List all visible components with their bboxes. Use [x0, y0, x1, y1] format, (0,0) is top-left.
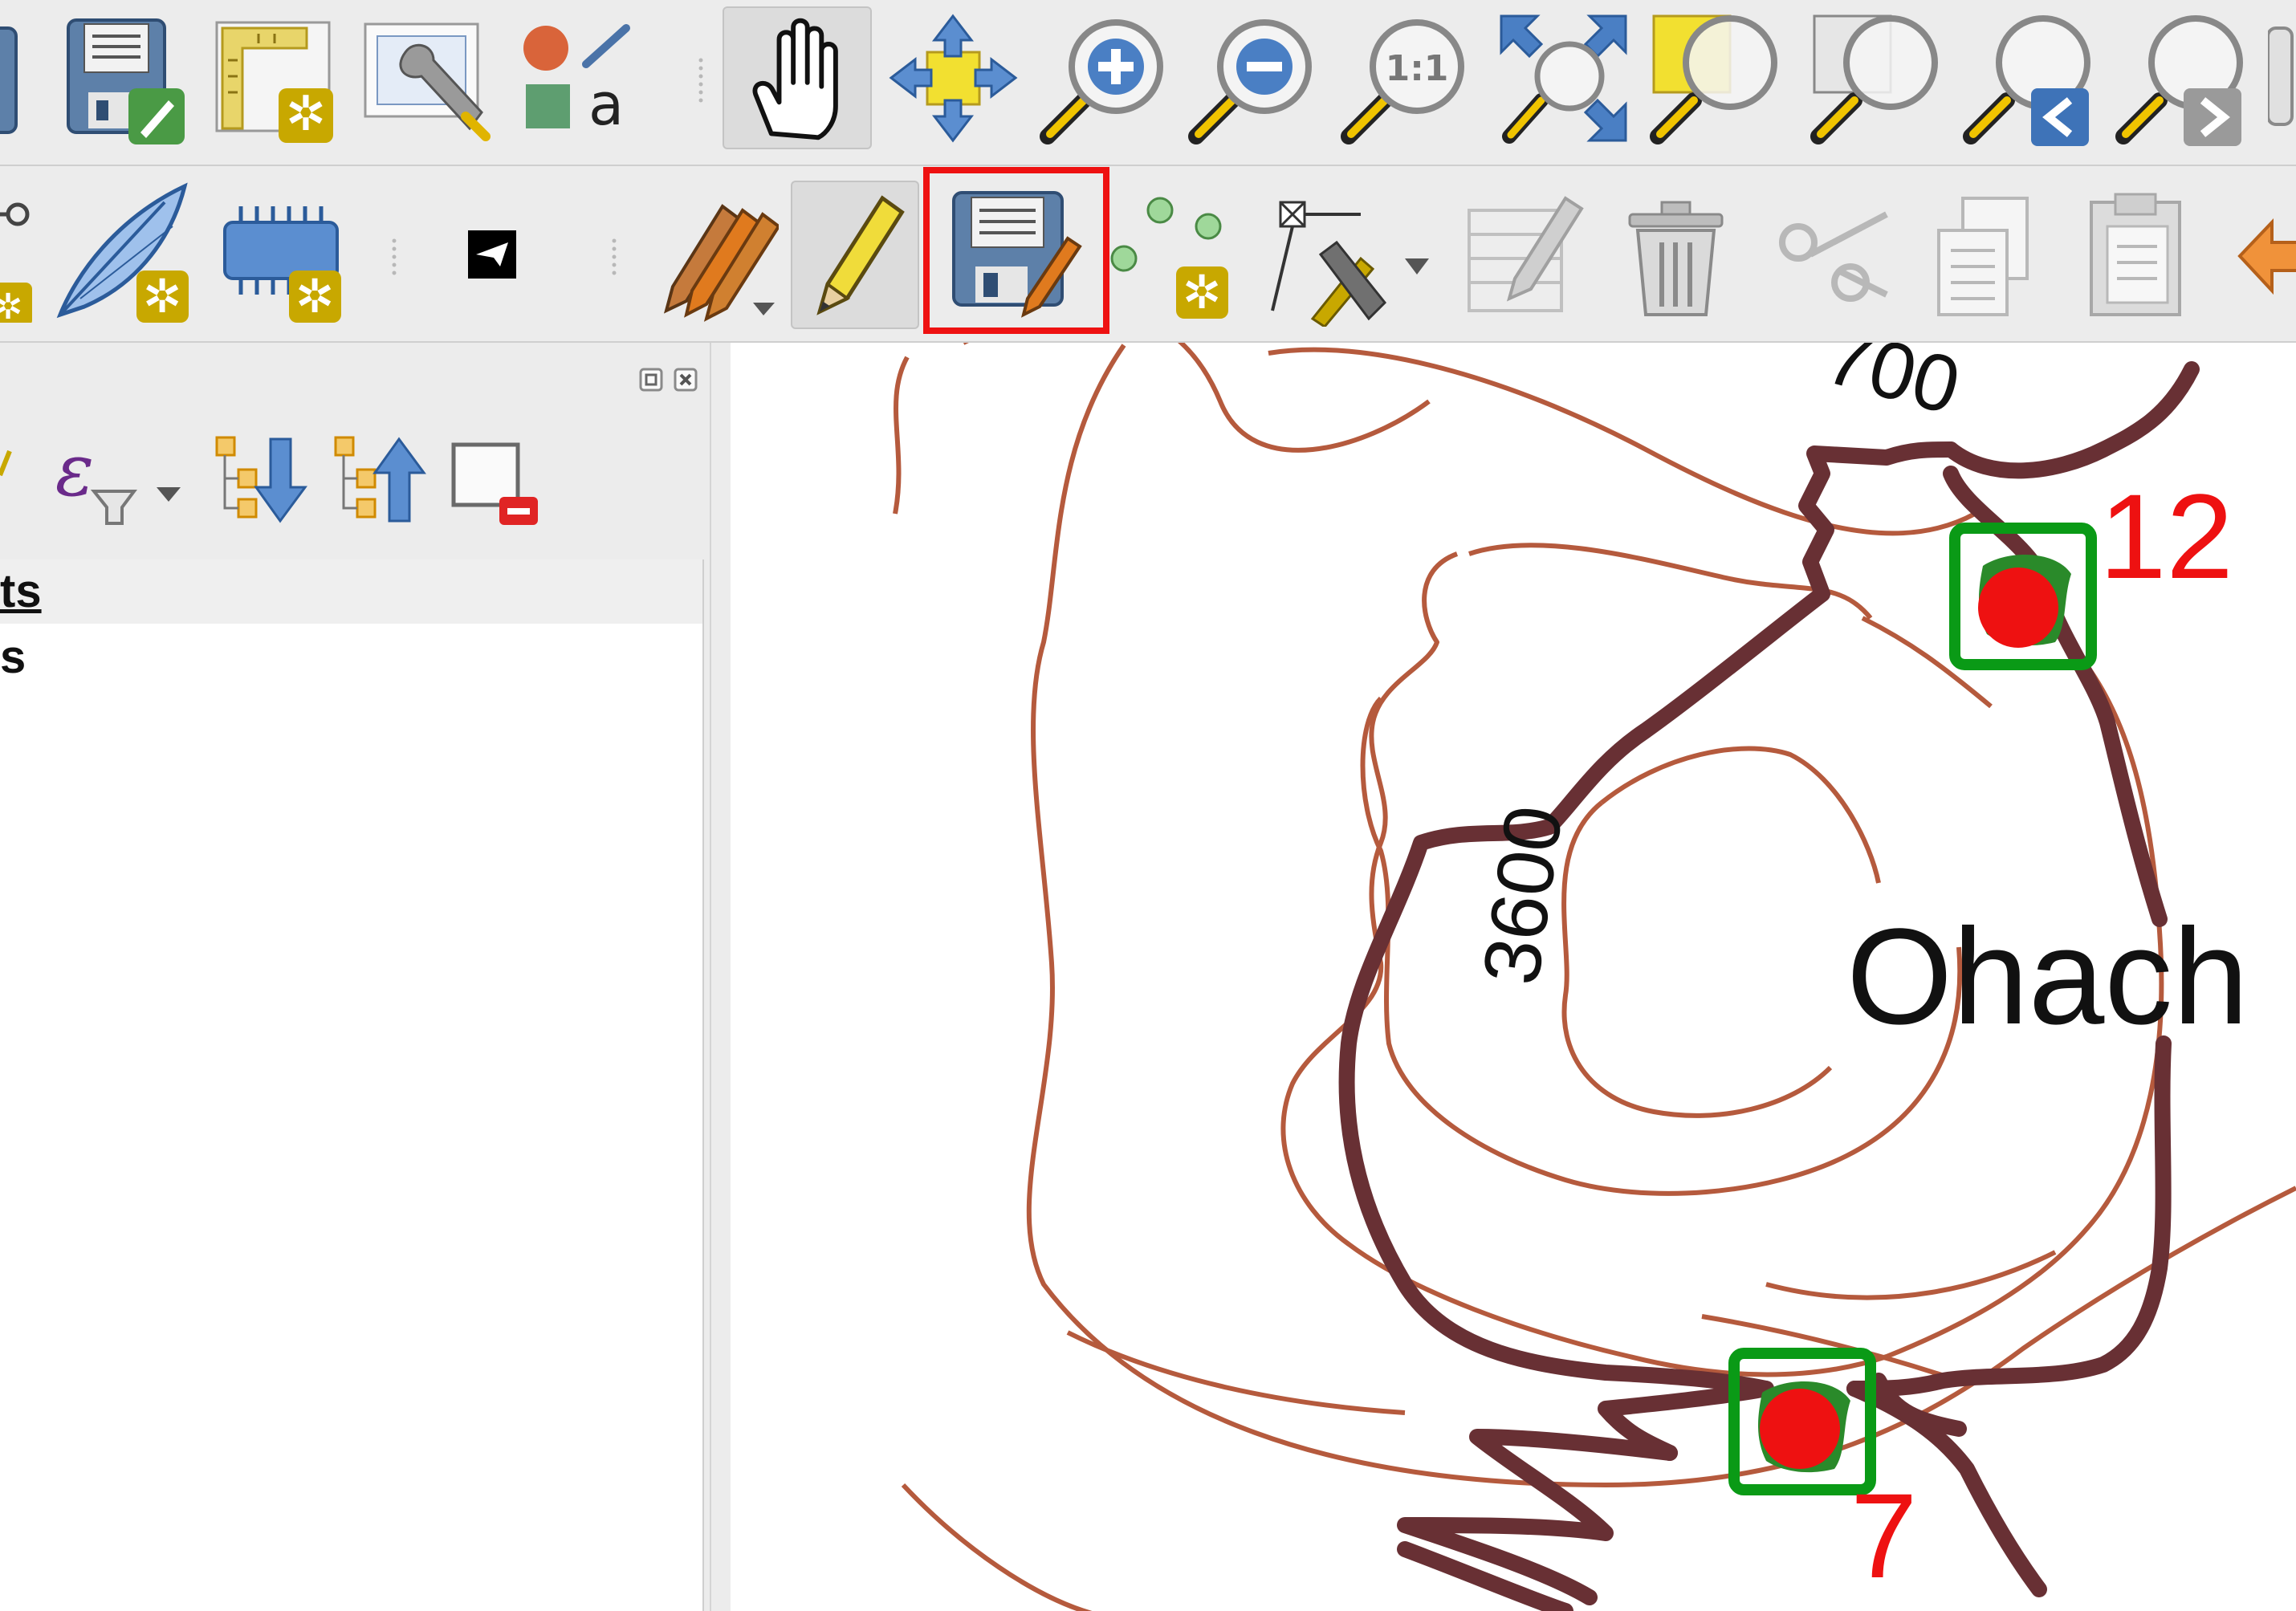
digitizing-toolbar: ✲ ✲ ✲ ✲ [0, 166, 2296, 343]
toolbar-handle[interactable] [392, 237, 397, 277]
svg-text:✲: ✲ [295, 269, 335, 323]
pan-to-selection-button[interactable] [887, 12, 1020, 144]
epsilon-glyph: ε [55, 431, 94, 513]
save-project-button[interactable] [0, 16, 24, 136]
label-glyph: a [588, 71, 624, 138]
new-virtual-layer-button[interactable]: ✲ [221, 186, 341, 327]
point-label-7: 7 [1850, 1468, 1917, 1603]
zoom-to-selection-button[interactable] [1646, 8, 1786, 148]
native-res-glyph: 1:1 [1386, 48, 1449, 89]
modify-attributes-button[interactable] [1465, 186, 1586, 323]
panel-splitter[interactable] [710, 343, 731, 1611]
zoom-in-button[interactable] [1036, 12, 1172, 148]
zoom-last-button[interactable] [1959, 8, 2099, 148]
save-as-button[interactable] [60, 16, 189, 144]
new-gpx-layer-button[interactable]: ✲ [0, 182, 40, 323]
layer-row-label: ts [0, 565, 42, 617]
visibility-icon[interactable] [0, 447, 16, 479]
expand-all-button[interactable] [210, 431, 311, 527]
paste-features-button[interactable] [2083, 186, 2188, 323]
place-label: Ohach [1846, 901, 2249, 1053]
layers-panel: ε ts s [0, 343, 731, 1611]
svg-text:✲: ✲ [0, 287, 22, 323]
zoom-full-button[interactable] [1493, 8, 1634, 148]
new-print-layout-button[interactable]: ✲ [210, 16, 339, 144]
add-point-feature-button[interactable]: ✲ [1108, 190, 1236, 323]
close-icon[interactable] [673, 367, 698, 393]
toolbar-handle[interactable] [698, 56, 703, 104]
current-edits-button[interactable] [650, 182, 779, 327]
layers-tree: ts s [0, 559, 704, 1611]
svg-text:✲: ✲ [1183, 265, 1222, 319]
undo-button[interactable] [2236, 206, 2296, 307]
pan-map-button[interactable] [723, 6, 872, 149]
layer-group-row[interactable]: ts [0, 559, 702, 624]
more-tools-button[interactable] [2268, 20, 2296, 132]
delete-selected-button[interactable] [1626, 194, 1726, 323]
zoom-out-button[interactable] [1184, 12, 1321, 148]
remove-layer-button[interactable] [450, 441, 542, 529]
copy-features-button[interactable] [1931, 190, 2035, 323]
map-canvas[interactable]: 700 3600 Ohach 12 7 [731, 343, 2296, 1611]
new-shapefile-layer-button[interactable]: ✲ [52, 178, 197, 327]
zoom-next-button[interactable] [2111, 8, 2252, 148]
digitize-arrow-button[interactable] [468, 230, 516, 279]
map-navigation-toolbar: ✲ a 1:1 [0, 0, 2296, 166]
toggle-editing-button[interactable] [791, 181, 919, 329]
style-manager-button[interactable] [361, 16, 498, 144]
layer-row[interactable]: s [0, 627, 702, 691]
float-icon[interactable] [638, 367, 664, 393]
zoom-native-resolution-button[interactable]: 1:1 [1337, 12, 1473, 148]
vertex-tool-button[interactable] [1264, 198, 1437, 327]
point-label-12: 12 [2099, 469, 2233, 604]
filter-legend-by-expression-button[interactable]: ε [44, 429, 193, 527]
highlight-annotation [923, 167, 1109, 334]
svg-text:✲: ✲ [286, 86, 326, 142]
label-settings-button[interactable]: a [514, 20, 634, 140]
cut-features-button[interactable] [1766, 198, 1895, 319]
zoom-to-layer-button[interactable] [1806, 8, 1947, 148]
collapse-all-button[interactable] [329, 431, 429, 527]
contour-label-top: 700 [1817, 343, 1969, 432]
toolbar-handle[interactable] [612, 237, 617, 277]
svg-text:✲: ✲ [143, 269, 182, 323]
layer-row-label: s [0, 631, 26, 683]
